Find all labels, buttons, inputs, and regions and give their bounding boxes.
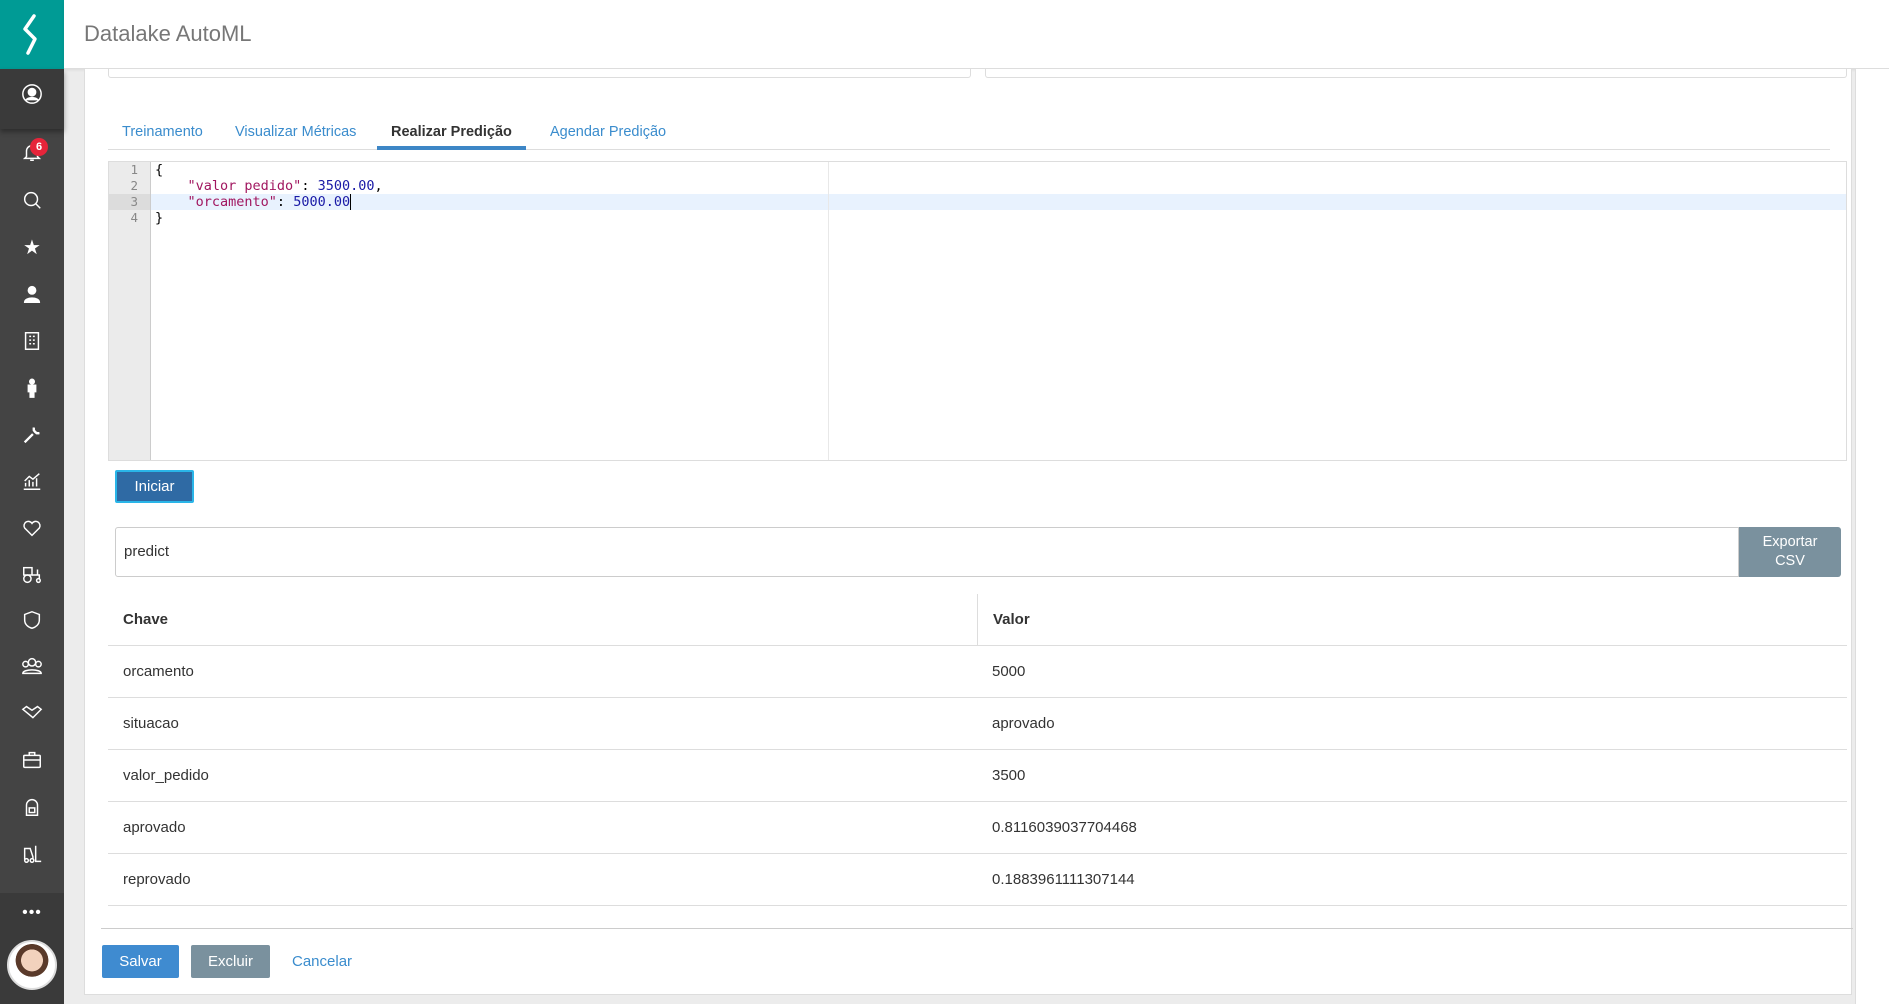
handshake-icon[interactable] xyxy=(0,698,64,728)
code-line: "orcamento": 5000.00 xyxy=(155,194,360,210)
value-cell: aprovado xyxy=(992,715,1055,732)
user-circle-icon[interactable] xyxy=(0,79,64,109)
table-row: aprovado 0.8116039037704468 xyxy=(108,802,1847,854)
code-line: } xyxy=(155,210,163,226)
tab-agendar-predicao[interactable]: Agendar Predição xyxy=(536,115,680,150)
start-button[interactable]: Iniciar xyxy=(115,470,194,503)
json-key: "orcamento" xyxy=(187,194,277,210)
forklift-icon[interactable] xyxy=(0,839,64,869)
tab-bar: Treinamento Visualizar Métricas Realizar… xyxy=(108,115,1830,150)
table-row: reprovado 0.1883961111307144 xyxy=(108,854,1847,906)
code-line: { xyxy=(155,162,163,178)
key-cell: valor_pedido xyxy=(123,767,209,784)
tab-realizar-predicao[interactable]: Realizar Predição xyxy=(377,115,526,150)
key-cell: reprovado xyxy=(123,871,191,888)
export-label: Exportar xyxy=(1762,534,1818,550)
result-table: Chave Valor orcamento 5000 situacao aprova… xyxy=(108,594,1847,906)
key-cell: orcamento xyxy=(123,663,194,680)
delete-button[interactable]: Excluir xyxy=(191,945,270,978)
avatar[interactable] xyxy=(7,940,57,990)
wrench-icon[interactable] xyxy=(0,420,64,450)
tractor-icon[interactable] xyxy=(0,560,64,590)
table-row: orcamento 5000 xyxy=(108,646,1847,698)
json-value: 5000.00 xyxy=(293,194,351,210)
chart-icon[interactable] xyxy=(0,466,64,496)
person-icon[interactable] xyxy=(0,373,64,403)
column-header-valor: Valor xyxy=(977,594,1847,645)
app-title: Datalake AutoML xyxy=(84,21,252,46)
brace: } xyxy=(155,210,164,226)
tab-treinamento[interactable]: Treinamento xyxy=(108,115,217,150)
brace: { xyxy=(155,162,164,178)
search-icon[interactable] xyxy=(0,185,64,215)
line-number: 1 xyxy=(109,162,150,178)
top-field-right[interactable] xyxy=(985,69,1847,78)
star-icon[interactable]: ★ xyxy=(0,232,64,262)
scrollbar[interactable] xyxy=(1855,69,1889,1004)
cancel-link[interactable]: Cancelar xyxy=(292,945,352,978)
line-number: 3 xyxy=(109,194,150,210)
editor-gutter: 1 2 3 4 xyxy=(109,162,151,460)
json-editor[interactable]: 1 2 3 4 { "valor pedido": 3500.00, "orca… xyxy=(108,161,1847,461)
heart-icon[interactable] xyxy=(0,513,64,543)
export-label: CSV xyxy=(1775,553,1805,569)
backpack-icon[interactable] xyxy=(0,792,64,822)
export-csv-button[interactable]: Exportar CSV xyxy=(1739,527,1841,577)
building-icon[interactable] xyxy=(0,326,64,356)
model-name-field[interactable]: predict xyxy=(115,527,1739,577)
user-icon[interactable] xyxy=(0,279,64,309)
save-button[interactable]: Salvar xyxy=(102,945,179,978)
key-cell: situacao xyxy=(123,715,179,732)
json-key: "valor pedido" xyxy=(187,178,302,194)
shield-icon[interactable] xyxy=(0,605,64,635)
print-margin xyxy=(828,162,829,460)
line-number: 2 xyxy=(130,178,138,193)
briefcase-icon[interactable] xyxy=(0,745,64,775)
key-cell: aprovado xyxy=(123,819,186,836)
logo[interactable] xyxy=(0,0,64,69)
value-cell: 0.8116039037704468 xyxy=(992,819,1137,836)
json-value: 3500.00 xyxy=(317,178,375,194)
tab-visualizar-metricas[interactable]: Visualizar Métricas xyxy=(221,115,370,150)
value-cell: 0.1883961111307144 xyxy=(992,871,1135,888)
value-cell: 5000 xyxy=(992,663,1026,680)
header: Datalake AutoML xyxy=(64,0,1889,69)
code-line: "valor pedido": 3500.00, xyxy=(187,178,383,194)
footer-divider xyxy=(101,928,1853,929)
top-field-left[interactable] xyxy=(108,69,971,78)
table-row: situacao aprovado xyxy=(108,698,1847,750)
table-header: Chave Valor xyxy=(108,594,1847,646)
value-cell: 3500 xyxy=(992,767,1026,784)
logo-icon xyxy=(23,13,37,55)
more-icon[interactable]: ••• xyxy=(0,898,64,928)
sidebar: 6 ★ ••• xyxy=(0,0,64,1004)
notification-badge: 6 xyxy=(30,138,48,156)
active-line-highlight xyxy=(151,194,1846,210)
main-panel: Treinamento Visualizar Métricas Realizar… xyxy=(84,69,1853,995)
table-row: valor_pedido 3500 xyxy=(108,750,1847,802)
column-header-chave: Chave xyxy=(123,611,169,628)
team-icon[interactable] xyxy=(0,651,64,681)
line-number: 4 xyxy=(130,210,138,225)
